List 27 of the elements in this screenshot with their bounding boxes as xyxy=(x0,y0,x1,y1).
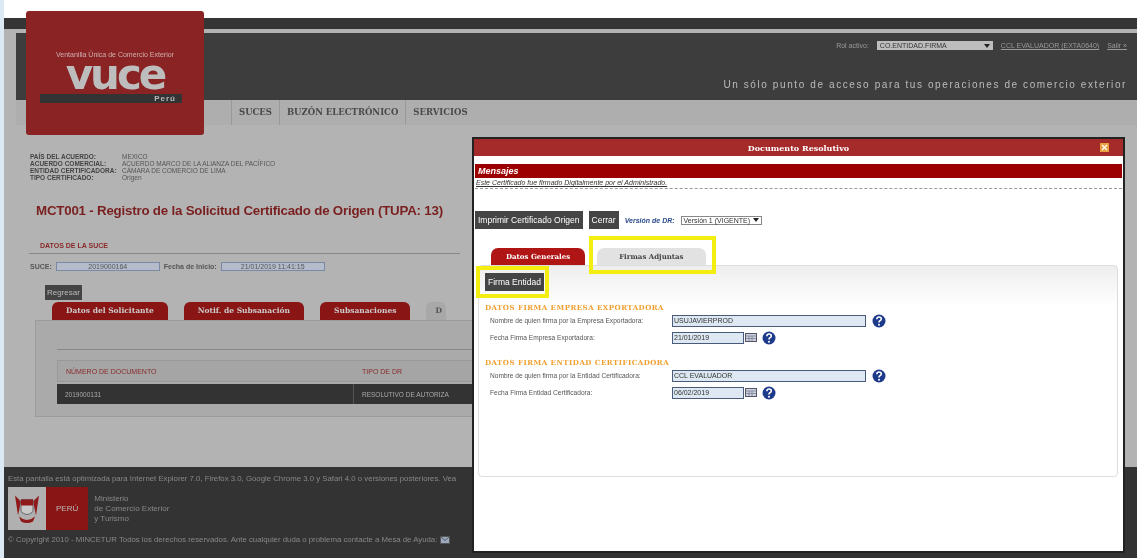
page-title: MCT001 - Registro de la Solicitud Certificado de Origen (TUPA: 13) xyxy=(36,203,444,218)
nav-item[interactable]: BUZÓN ELECTRÓNICO xyxy=(278,100,406,125)
nav-item[interactable]: SUCES xyxy=(231,100,279,125)
calendar-icon[interactable] xyxy=(745,388,757,397)
ministry-name: Ministerio xyxy=(94,493,130,504)
dialog-title: Documento Resolutivo xyxy=(747,142,850,153)
dropdown-arrow-icon xyxy=(983,43,990,48)
dropdown-arrow-icon xyxy=(753,218,760,222)
calendar-icon[interactable] xyxy=(745,333,757,342)
nav-item[interactable]: SERVICIOS xyxy=(405,100,475,125)
help-icon[interactable] xyxy=(762,385,776,400)
country-badge: PERÚ xyxy=(46,487,89,530)
logo-wordmark: vuce xyxy=(65,58,165,92)
help-icon[interactable] xyxy=(872,313,886,328)
ministry-name: y Turismo xyxy=(94,513,130,524)
ministry-name: de Comercio Exterior xyxy=(94,503,170,514)
back-button[interactable]: Regresar xyxy=(45,285,82,300)
dialog-button[interactable]: Imprimir Certificado Origen xyxy=(475,211,583,229)
tagline: Un sólo punto de acceso para tus operaciones de comercio exterior xyxy=(723,79,1127,90)
coat-of-arms-icon xyxy=(8,487,46,530)
dialog-button[interactable]: Cerrar xyxy=(588,211,619,229)
messages-header: Mensajes xyxy=(475,164,1122,178)
firma-entidad-button[interactable]: Firma Entidad xyxy=(485,273,544,291)
help-icon[interactable] xyxy=(762,330,776,345)
mail-icon[interactable] xyxy=(440,535,451,544)
help-icon[interactable] xyxy=(872,368,886,383)
country-label: Perú xyxy=(40,94,182,103)
